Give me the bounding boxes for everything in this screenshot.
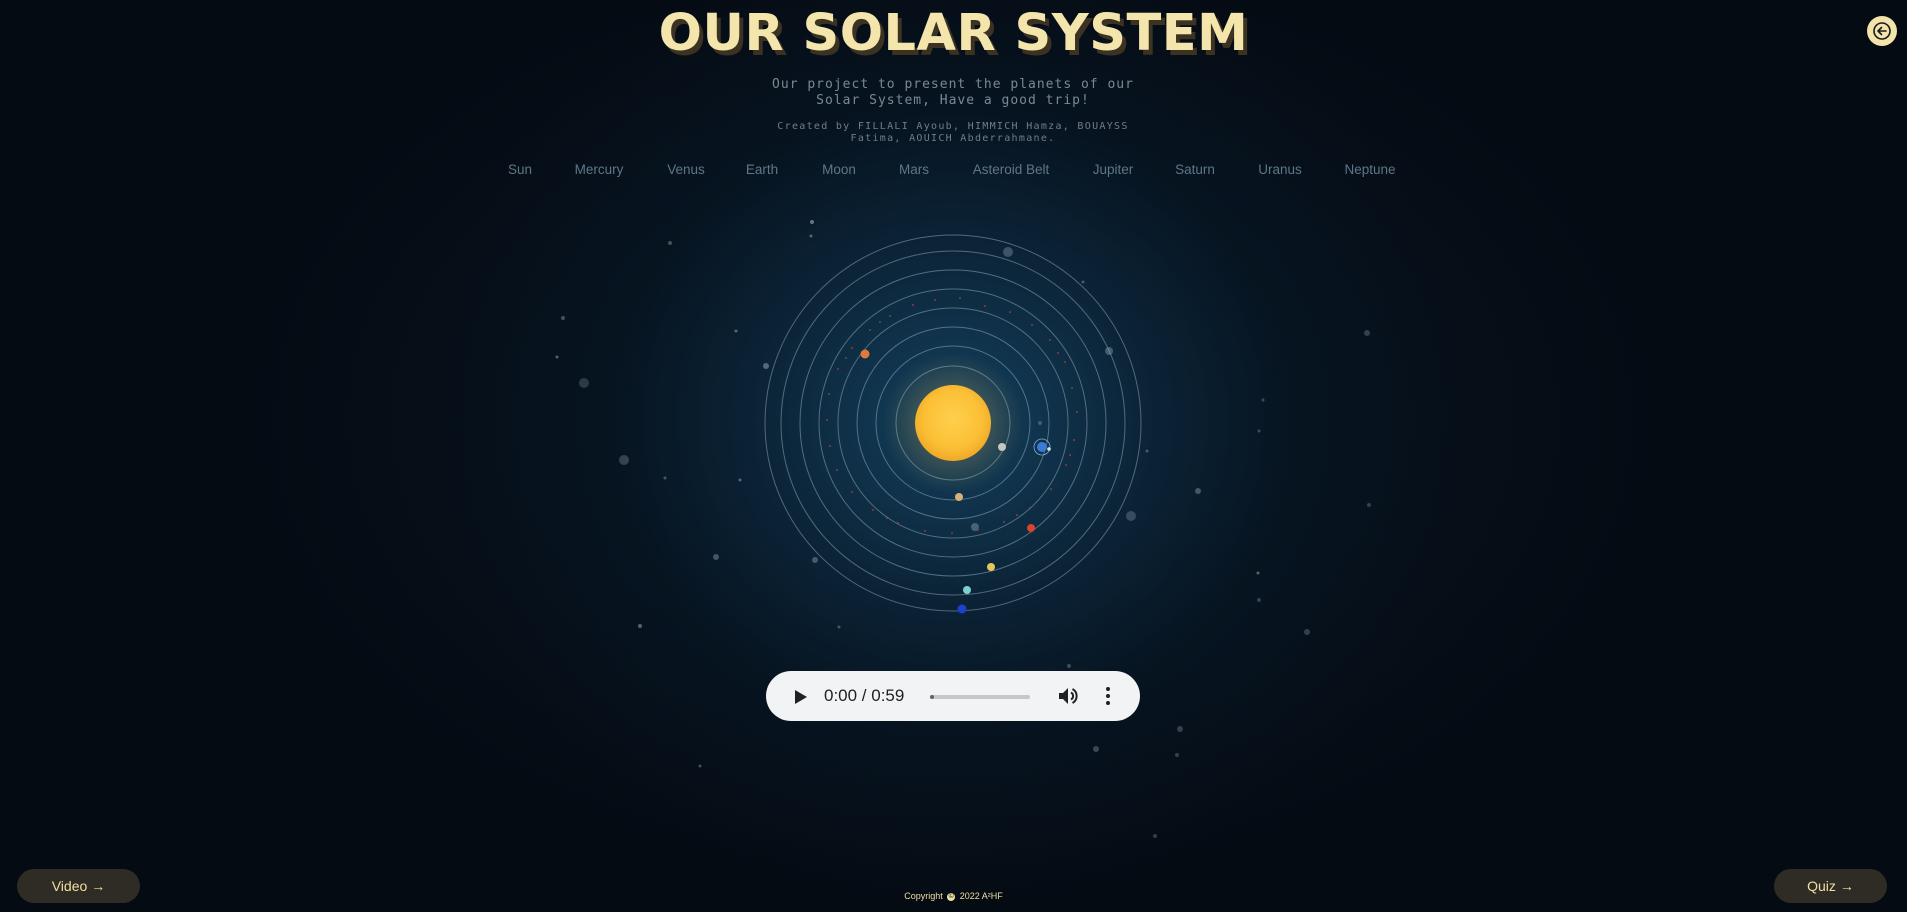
mars-planet[interactable] <box>1027 524 1035 532</box>
audio-time: 0:00 / 0:59 <box>824 686 905 705</box>
audio-progress-bar[interactable] <box>930 695 1030 699</box>
copyright-label: Copyright <box>904 891 943 901</box>
play-icon[interactable] <box>790 687 810 707</box>
copyright-notice: Copyright © 2022 A²HF <box>0 891 1907 901</box>
sun-planet[interactable] <box>915 385 991 461</box>
mercury-planet[interactable] <box>998 443 1006 451</box>
venus-planet[interactable] <box>955 493 963 501</box>
more-vertical-icon[interactable] <box>1096 684 1120 708</box>
volume-icon[interactable] <box>1056 684 1080 708</box>
audio-player: 0:00 / 0:59 <box>766 671 1140 721</box>
solar-system-diagram <box>555 220 1371 838</box>
star-field <box>555 220 1371 838</box>
neptune-planet[interactable] <box>957 604 967 614</box>
copyright-icon: © <box>947 892 956 901</box>
earth-planet[interactable] <box>1037 442 1047 452</box>
jupiter-planet[interactable] <box>860 349 870 359</box>
moon-planet[interactable] <box>1047 447 1051 451</box>
copyright-year: 2022 A²HF <box>959 891 1003 901</box>
uranus-planet[interactable] <box>963 586 971 594</box>
saturn-planet[interactable] <box>987 563 995 571</box>
audio-progress-fill <box>930 695 934 699</box>
